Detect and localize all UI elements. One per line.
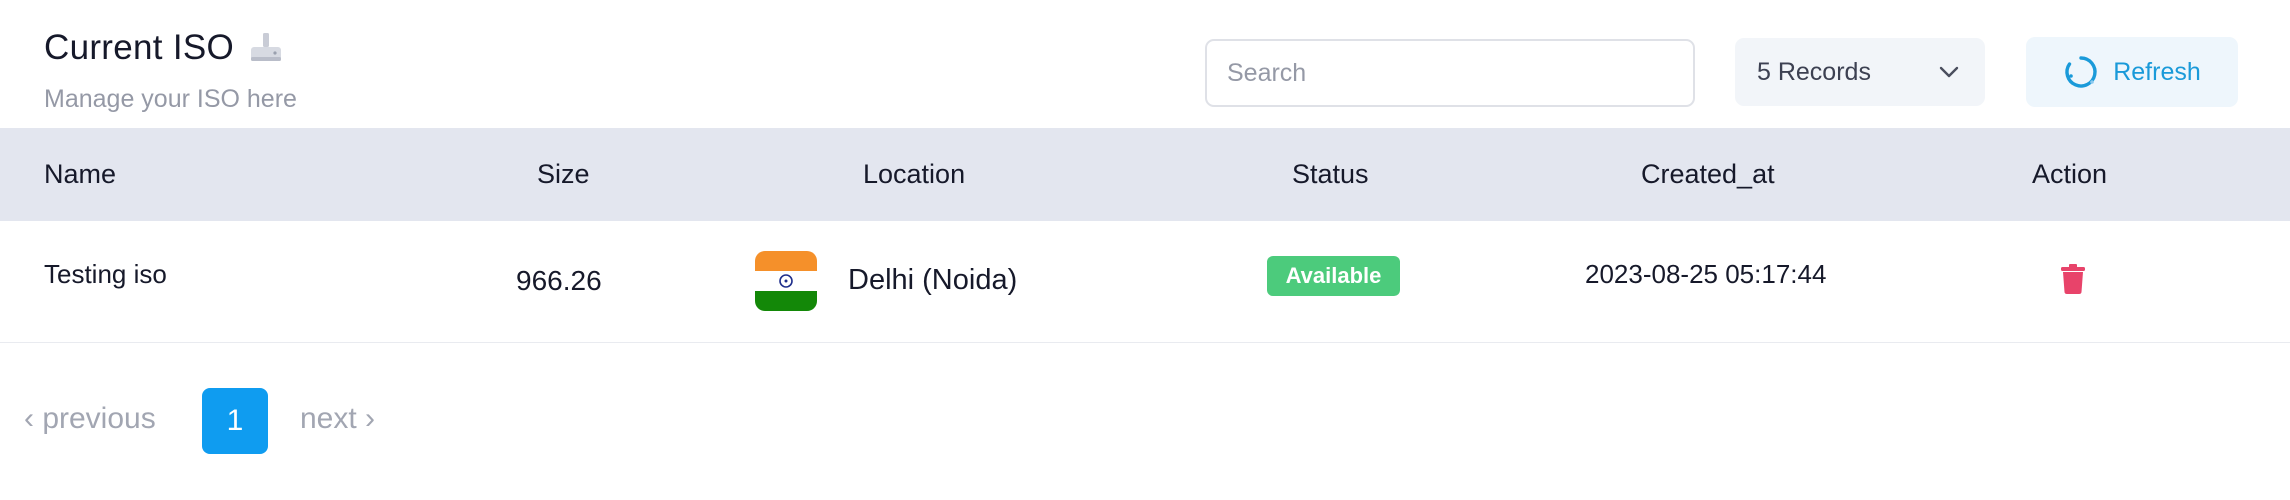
pagination-previous[interactable]: ‹ previous: [24, 402, 156, 436]
iso-created-at: 2023-08-25 05:17:44: [1585, 259, 1827, 289]
column-header-size[interactable]: Size: [537, 128, 590, 221]
status-badge: Available: [1267, 256, 1400, 296]
refresh-label: Refresh: [2113, 57, 2201, 86]
column-header-name[interactable]: Name: [44, 128, 116, 221]
column-header-location[interactable]: Location: [863, 128, 965, 221]
records-per-page-select[interactable]: 5 Records: [1735, 38, 1985, 106]
page-title: Current ISO: [44, 28, 235, 67]
chevron-down-icon: [1937, 60, 1961, 84]
column-header-created-at[interactable]: Created_at: [1641, 128, 1775, 221]
refresh-button[interactable]: Refresh: [2026, 37, 2238, 107]
pagination: ‹ previous 1 next ›: [0, 388, 2290, 456]
table-row: Testing iso 966.26 Delhi (Noida) Availab…: [0, 221, 2290, 343]
trash-icon[interactable]: [2060, 263, 2086, 295]
iso-location: Delhi (Noida): [848, 264, 1018, 296]
iso-size: 966.26: [516, 265, 602, 296]
column-header-action: Action: [2032, 159, 2108, 189]
pagination-page-1[interactable]: 1: [202, 388, 268, 454]
pagination-next[interactable]: next ›: [300, 402, 375, 436]
search-input[interactable]: [1205, 39, 1695, 107]
iso-name: Testing iso: [44, 259, 167, 289]
india-flag-icon: [755, 251, 817, 311]
page-header: Current ISO Manage your ISO here 5 Recor…: [0, 0, 2290, 128]
table-header: Name Size Location Status Created_at Act…: [0, 128, 2290, 221]
title-row: Current ISO: [44, 28, 284, 68]
disk-drive-icon: [248, 30, 284, 66]
page-subtitle: Manage your ISO here: [44, 85, 297, 113]
refresh-icon: [2063, 54, 2099, 90]
records-select-value: 5 Records: [1757, 57, 1871, 86]
column-header-status[interactable]: Status: [1292, 128, 1369, 221]
